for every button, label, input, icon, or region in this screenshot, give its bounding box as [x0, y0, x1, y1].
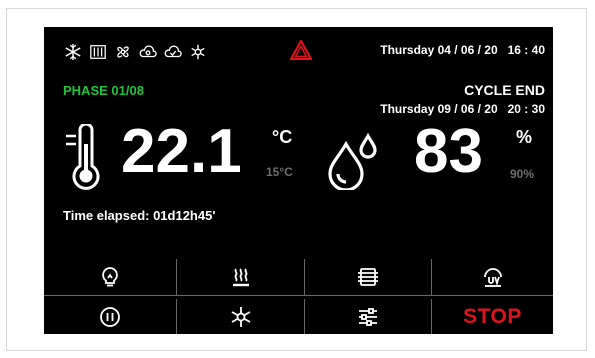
- ventilation-button[interactable]: [305, 259, 431, 295]
- temperature-value[interactable]: 22.1: [121, 117, 242, 187]
- current-datetime: Thursday 04 / 06 / 20 16 : 40: [380, 43, 545, 57]
- pause-button[interactable]: [44, 299, 176, 334]
- thermometer-icon: [66, 124, 100, 190]
- humidity-unit: %: [516, 127, 533, 147]
- defrost-button[interactable]: [177, 299, 304, 334]
- cloud-check-icon: [164, 45, 182, 58]
- heater-icon: [90, 45, 106, 59]
- defrost-icon: [191, 44, 205, 60]
- humidity-drop-icon: [328, 132, 377, 190]
- control-button-grid: STOP: [44, 259, 553, 334]
- gear-cloud-icon: [139, 45, 157, 58]
- humidity-setpoint[interactable]: 90%: [510, 167, 534, 181]
- temperature-unit: °C: [272, 127, 293, 147]
- settings-button[interactable]: [305, 299, 431, 334]
- heat-waves-icon: [232, 268, 249, 287]
- grid-divider: [44, 295, 553, 296]
- snowflake-icon: [65, 43, 81, 61]
- air-filter-icon: [358, 268, 378, 286]
- stop-button[interactable]: STOP: [432, 299, 553, 334]
- fan-icon: [117, 46, 129, 58]
- temperature-setpoint[interactable]: 15°C: [266, 165, 293, 179]
- warning-triangle-icon[interactable]: [290, 40, 312, 60]
- phase-indicator[interactable]: PHASE 01/08: [63, 83, 144, 98]
- sliders-icon: [359, 307, 377, 326]
- cycle-end-datetime: Thursday 09 / 06 / 20 20 : 30: [380, 102, 545, 116]
- heating-button[interactable]: [177, 259, 304, 295]
- status-icon-bar: [64, 41, 207, 63]
- pause-icon: [100, 306, 120, 327]
- defrost-cycle-icon: [231, 306, 250, 327]
- controller-screen: Thursday 04 / 06 / 20 16 : 40 PHASE 01/0…: [44, 27, 553, 334]
- lightbulb-icon: [102, 267, 118, 287]
- light-button[interactable]: [44, 259, 176, 295]
- cycle-end-label: CYCLE END: [464, 82, 545, 98]
- uv-button[interactable]: [432, 259, 553, 295]
- time-elapsed: Time elapsed: 01d12h45': [63, 208, 216, 223]
- uv-lamp-icon: [483, 268, 502, 287]
- humidity-value[interactable]: 83: [414, 117, 483, 187]
